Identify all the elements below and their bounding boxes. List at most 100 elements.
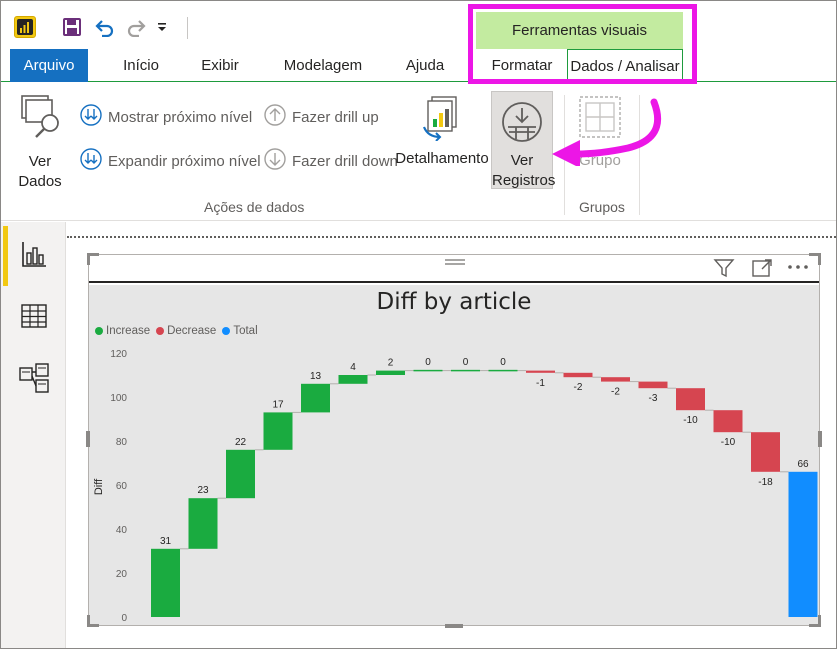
dropdown-arrow-icon[interactable] [151,14,173,40]
data-label: -10 [683,415,698,426]
nav-report-view[interactable] [1,226,66,286]
redo-icon[interactable] [124,14,150,40]
resize-handle[interactable] [87,615,90,627]
y-tick-label: 120 [110,349,127,360]
focus-mode-icon[interactable] [751,257,773,284]
resize-handle[interactable] [818,615,821,627]
bar-increase[interactable] [263,412,293,450]
bar-increase[interactable] [338,375,368,384]
drag-handle-icon[interactable] [443,256,467,274]
highlight-arrow [552,98,662,166]
resize-handle[interactable] [818,253,821,265]
bar-decrease[interactable] [751,432,780,472]
bar-increase[interactable] [151,548,180,617]
data-view-icon [20,303,48,334]
bar-increase[interactable] [376,370,405,375]
bar-increase[interactable] [188,498,218,549]
ver-dados-button[interactable]: Ver Dados [11,93,69,191]
y-tick-label: 20 [116,569,128,580]
resize-handle[interactable] [86,431,90,447]
undo-icon[interactable] [91,14,117,40]
nav-data-view[interactable] [1,288,66,348]
detalhamento-label: Detalhamento [395,150,489,167]
group-label-grupos: Grupos [579,199,625,215]
data-label: 31 [160,536,172,547]
resize-handle[interactable] [87,253,90,265]
filter-icon[interactable] [713,257,735,284]
expand-next-level-icon [79,147,103,176]
drill-up-label: Fazer drill up [292,108,379,126]
tab-inicio[interactable]: Início [113,49,169,82]
canvas-boundary [67,236,836,238]
y-tick-label: 40 [116,525,128,536]
detalhamento-button[interactable]: Detalhamento [395,93,489,173]
y-tick-label: 80 [116,437,128,448]
go-next-level-icon [79,103,103,132]
data-label: -1 [536,378,545,389]
tab-modelagem[interactable]: Modelagem [273,49,373,82]
data-label: -2 [611,387,620,398]
bar-decrease[interactable] [526,370,555,373]
drill-up-button[interactable]: Fazer drill up [263,103,379,129]
power-bi-icon [14,16,36,38]
save-icon[interactable] [59,14,85,40]
bar-increase[interactable] [413,369,443,372]
bar-increase[interactable] [488,369,518,372]
bar-decrease[interactable] [638,381,668,389]
more-options-icon[interactable] [786,259,810,280]
mostrar-proximo-label: Mostrar próximo nível [108,108,253,126]
bar-increase[interactable] [451,369,480,372]
y-axis: 0 20 40 60 80 100 120 [110,349,127,624]
bar-increase[interactable] [301,383,330,413]
tab-formatar[interactable]: Formatar [481,49,563,82]
drill-down-button[interactable]: Fazer drill down [263,147,398,176]
data-label: 0 [463,357,469,368]
y-tick-label: 0 [121,613,127,624]
data-label: -2 [574,382,583,393]
data-label: 2 [388,358,394,369]
expandir-proximo-label: Expandir próximo nível [108,152,261,170]
data-label: 4 [350,362,356,373]
nav-active-indicator [3,226,8,286]
data-label: 13 [310,371,322,382]
waterfall-chart: Diff 020406080100120 31232217134 2 0 0 0-1 -2… [93,349,818,624]
data-label: 17 [272,399,284,410]
y-tick-label: 100 [110,393,127,404]
ver-dados-line2: Dados [18,173,62,190]
tab-arquivo[interactable]: Arquivo [10,49,88,82]
waterfall-visual[interactable]: Diff by article Increase Decrease Total … [86,253,822,628]
visual-header [89,255,819,283]
drill-down-icon [263,147,287,176]
data-label: 0 [500,357,506,368]
ribbon-tabs: Arquivo Início Exibir Modelagem Ajuda Fo… [1,49,836,83]
bar-increase[interactable] [226,449,255,499]
ver-registros-line2: Registros [492,172,556,189]
tab-exibir[interactable]: Exibir [191,49,249,82]
mostrar-proximo-nivel-button[interactable]: Mostrar próximo nível [79,103,253,132]
context-tab-header: Ferramentas visuais [476,12,683,49]
tab-ajuda[interactable]: Ajuda [397,49,453,82]
ver-dados-line1: Ver [28,153,52,170]
resize-handle[interactable] [445,624,463,628]
data-label-total: 66 [797,459,809,470]
bar-decrease[interactable] [676,388,705,411]
title-bar [1,1,836,49]
tab-dados-analisar[interactable]: Dados / Analisar [567,49,683,83]
left-nav [1,222,66,648]
quick-access-separator [187,17,188,39]
nav-model-view[interactable] [1,350,66,410]
bar-decrease[interactable] [563,372,593,378]
report-view-icon [19,239,49,274]
resize-handle[interactable] [818,431,822,447]
bar-decrease[interactable] [601,377,630,382]
bar-total[interactable] [788,471,818,617]
visual-body: Diff by article Increase Decrease Total … [89,285,819,625]
data-label: 0 [425,357,431,368]
expandir-proximo-nivel-button[interactable]: Expandir próximo nível [79,147,261,176]
y-axis-label: Diff [93,478,105,495]
data-label: 23 [197,485,209,496]
y-tick-label: 60 [116,481,128,492]
data-label: -3 [649,393,658,404]
bar-decrease[interactable] [713,410,743,433]
view-data-icon [16,93,64,146]
